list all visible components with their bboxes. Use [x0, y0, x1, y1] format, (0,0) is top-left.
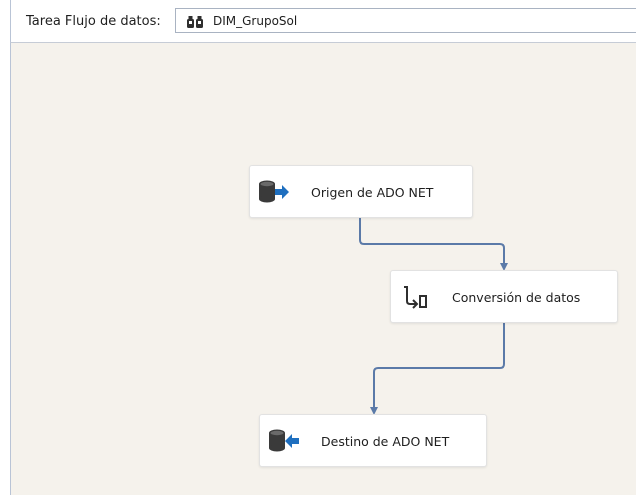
design-canvas[interactable]: Origen de ADO NET Conversión de datos De… — [10, 43, 636, 495]
task-selector-bar: Tarea Flujo de datos: DIM_GrupoSol — [10, 0, 636, 43]
data-flow-task-dropdown[interactable]: DIM_GrupoSol — [175, 8, 636, 33]
ado-net-destination-icon — [268, 428, 300, 454]
ado-net-source-component[interactable]: Origen de ADO NET — [249, 165, 473, 218]
task-selector-label: Tarea Flujo de datos: — [26, 14, 161, 29]
ado-net-destination-component[interactable]: Destino de ADO NET — [259, 414, 487, 467]
data-conversion-icon — [399, 284, 431, 310]
data-flow-designer: Tarea Flujo de datos: DIM_GrupoSol Orige… — [0, 0, 636, 495]
ado-net-source-icon — [258, 179, 290, 205]
data-conversion-label: Conversión de datos — [452, 290, 581, 305]
path-conversion-to-destination[interactable] — [370, 323, 505, 415]
data-flow-task-icon — [186, 14, 204, 28]
path-source-to-conversion[interactable] — [359, 218, 508, 271]
data-conversion-component[interactable]: Conversión de datos — [390, 270, 618, 323]
ado-net-destination-label: Destino de ADO NET — [321, 434, 450, 449]
ado-net-source-label: Origen de ADO NET — [311, 185, 434, 200]
data-flow-task-name: DIM_GrupoSol — [213, 14, 298, 28]
